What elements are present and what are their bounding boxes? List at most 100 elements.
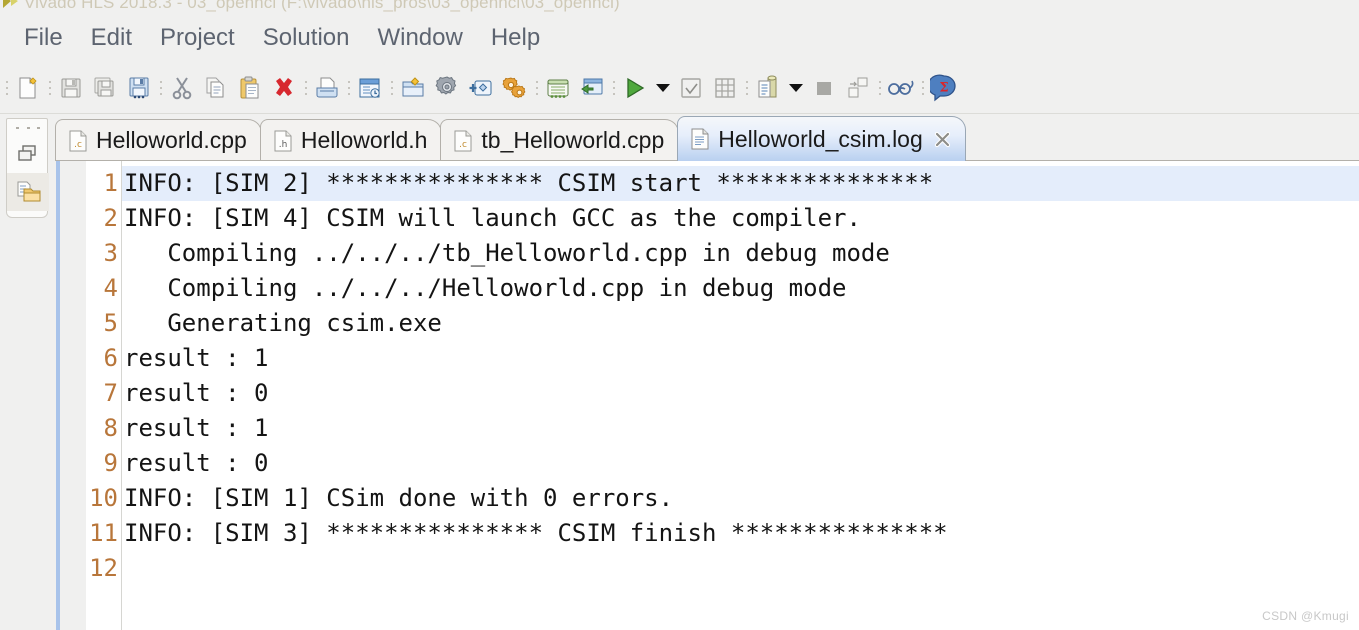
gutter-spacer	[61, 161, 86, 630]
print-icon[interactable]	[310, 71, 344, 105]
line-number-gutter: 1 2 3 4 5 6 7 8 9 10 11 12	[86, 161, 122, 630]
log-text-viewer: 1 2 3 4 5 6 7 8 9 10 11 12 INFO: [SIM 2]…	[55, 161, 1359, 630]
menu-item-edit[interactable]: Edit	[77, 23, 146, 53]
toolbar-separator	[609, 73, 618, 103]
toolbar-separator	[918, 73, 927, 103]
toolbar-separator	[2, 73, 11, 103]
line-number: 5	[103, 309, 118, 337]
line-number: 1	[103, 169, 118, 197]
cut-icon[interactable]	[165, 71, 199, 105]
toolbar-separator	[387, 73, 396, 103]
project-settings-icon[interactable]	[430, 71, 464, 105]
tab-label: Helloworld.h	[300, 127, 428, 153]
editor-area: .c Helloworld.cpp .h Helloworld.h .c tb_…	[55, 114, 1359, 630]
log-line: Compiling ../../../Helloworld.cpp in deb…	[124, 274, 847, 302]
tab-helloworld-csim-log[interactable]: Helloworld_csim.log	[677, 116, 966, 161]
menu-bar: File Edit Project Solution Window Help	[0, 14, 1359, 62]
grid-icon[interactable]	[708, 71, 742, 105]
tab-label: tb_Helloworld.cpp	[481, 127, 665, 153]
log-line: INFO: [SIM 4] CSIM will launch GCC as th…	[124, 204, 861, 232]
line-number: 3	[103, 239, 118, 267]
svg-text:.c: .c	[74, 140, 82, 150]
main-toolbar: Σ	[0, 62, 1359, 114]
left-view-rail	[0, 114, 55, 630]
log-line: INFO: [SIM 1] CSim done with 0 errors.	[124, 484, 674, 512]
line-number: 11	[89, 519, 118, 547]
cpp-file-icon: .c	[69, 130, 87, 151]
watermark: CSDN @Kmugi	[1262, 609, 1349, 623]
export-rtl-icon[interactable]	[751, 71, 785, 105]
marker-bar-indicator	[56, 161, 60, 630]
svg-text:.c: .c	[460, 140, 468, 150]
log-line: result : 1	[124, 344, 269, 372]
log-line: Generating csim.exe	[124, 309, 442, 337]
solution-settings-icon[interactable]	[498, 71, 532, 105]
close-icon[interactable]	[934, 131, 951, 148]
tab-helloworld-h[interactable]: .h Helloworld.h	[259, 119, 443, 161]
open-report-icon[interactable]	[575, 71, 609, 105]
menu-item-help[interactable]: Help	[477, 23, 554, 53]
tab-label: Helloworld_csim.log	[718, 125, 923, 152]
line-number: 4	[103, 274, 118, 302]
export-dropdown-arrow[interactable]	[785, 71, 807, 105]
new-solution-icon[interactable]	[353, 71, 387, 105]
cpp-file-icon: .c	[454, 130, 472, 151]
annotation-marker-bar[interactable]	[55, 161, 61, 630]
menu-item-window[interactable]: Window	[363, 23, 476, 53]
log-file-icon	[691, 128, 709, 150]
run-csim-icon[interactable]	[541, 71, 575, 105]
toolbar-separator	[532, 73, 541, 103]
line-number: 7	[103, 379, 118, 407]
svg-text:.h: .h	[279, 140, 288, 150]
analysis-perspective-icon[interactable]: Σ	[927, 71, 961, 105]
run-dropdown-arrow[interactable]	[652, 71, 674, 105]
glasses-icon[interactable]	[884, 71, 918, 105]
menu-item-project[interactable]: Project	[146, 23, 249, 53]
toolbar-separator	[875, 73, 884, 103]
tab-tb-helloworld-cpp[interactable]: .c tb_Helloworld.cpp	[440, 119, 680, 161]
tab-helloworld-cpp[interactable]: .c Helloworld.cpp	[55, 119, 262, 161]
vivado-hls-window: Vivado HLS 2018.3 - 03_openhcl (F:\vivad…	[0, 0, 1359, 630]
copy-icon[interactable]	[199, 71, 233, 105]
editor-tab-strip: .c Helloworld.cpp .h Helloworld.h .c tb_…	[55, 114, 1359, 161]
restore-view-icon[interactable]	[7, 135, 49, 173]
save-all-icon[interactable]	[88, 71, 122, 105]
run-synthesis-icon[interactable]	[618, 71, 652, 105]
line-number: 10	[89, 484, 118, 512]
log-line: result : 0	[124, 449, 269, 477]
line-number: 6	[103, 344, 118, 372]
new-project-icon[interactable]	[396, 71, 430, 105]
add-directive-icon[interactable]	[464, 71, 498, 105]
header-file-icon: .h	[274, 130, 292, 151]
explorer-icon[interactable]	[7, 173, 49, 211]
toolbar-separator	[742, 73, 751, 103]
workbench-body: .c Helloworld.cpp .h Helloworld.h .c tb_…	[0, 114, 1359, 630]
window-title-bar: Vivado HLS 2018.3 - 03_openhcl (F:\vivad…	[0, 0, 1359, 14]
save-icon[interactable]	[54, 71, 88, 105]
toolbar-separator	[156, 73, 165, 103]
rail-handle-dots[interactable]	[16, 123, 40, 133]
window-title: Vivado HLS 2018.3 - 03_openhcl (F:\vivad…	[24, 0, 620, 12]
log-line: result : 1	[124, 414, 269, 442]
compare-reports-icon[interactable]	[841, 71, 875, 105]
line-number: 8	[103, 414, 118, 442]
line-number: 9	[103, 449, 118, 477]
line-number: 12	[89, 554, 118, 582]
toolbar-separator	[45, 73, 54, 103]
paste-icon[interactable]	[233, 71, 267, 105]
log-line: INFO: [SIM 3] *************** CSIM finis…	[124, 519, 948, 547]
line-number: 2	[103, 204, 118, 232]
menu-item-file[interactable]: File	[10, 23, 77, 53]
checkmark-icon[interactable]	[674, 71, 708, 105]
log-line: result : 0	[124, 379, 269, 407]
save-as-icon[interactable]	[122, 71, 156, 105]
delete-icon[interactable]	[267, 71, 301, 105]
stop-icon[interactable]	[807, 71, 841, 105]
rail-panel	[6, 118, 49, 218]
vivado-logo-icon	[3, 0, 18, 8]
new-file-icon[interactable]	[11, 71, 45, 105]
menu-item-solution[interactable]: Solution	[249, 23, 364, 53]
toolbar-separator	[344, 73, 353, 103]
log-content[interactable]: INFO: [SIM 2] *************** CSIM start…	[122, 161, 1359, 630]
